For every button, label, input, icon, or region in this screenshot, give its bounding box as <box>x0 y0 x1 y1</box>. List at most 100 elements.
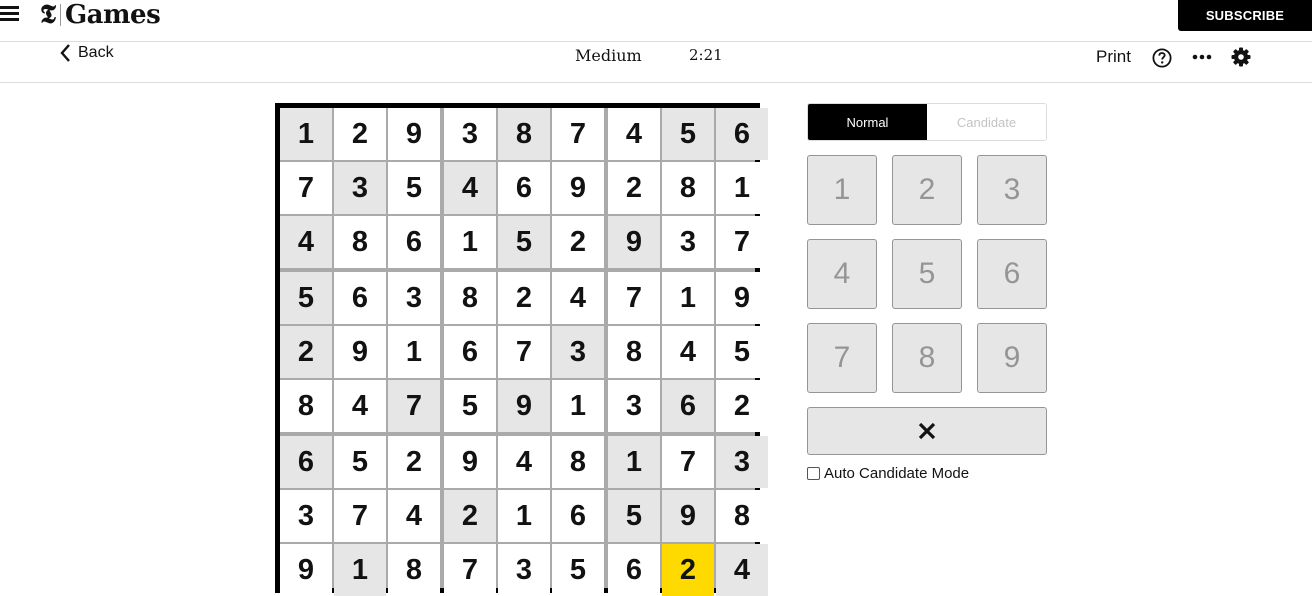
sudoku-cell-r1-c4[interactable]: 3 <box>444 108 496 160</box>
sudoku-cell-r1-c8[interactable]: 5 <box>662 108 714 160</box>
sudoku-cell-r9-c4[interactable]: 7 <box>444 544 496 596</box>
sudoku-cell-r4-c1[interactable]: 5 <box>280 272 332 324</box>
sudoku-cell-r8-c9[interactable]: 8 <box>716 490 768 542</box>
sudoku-cell-r7-c3[interactable]: 2 <box>388 436 440 488</box>
numpad-key-9[interactable]: 9 <box>977 323 1047 393</box>
sudoku-cell-r6-c6[interactable]: 1 <box>552 380 604 432</box>
sudoku-cell-r2-c9[interactable]: 1 <box>716 162 768 214</box>
sudoku-cell-r4-c7[interactable]: 7 <box>608 272 660 324</box>
sudoku-cell-r7-c2[interactable]: 5 <box>334 436 386 488</box>
sudoku-cell-r3-c4[interactable]: 1 <box>444 216 496 268</box>
numpad-key-7[interactable]: 7 <box>807 323 877 393</box>
sudoku-cell-r8-c6[interactable]: 6 <box>552 490 604 542</box>
help-icon[interactable] <box>1152 48 1172 68</box>
sudoku-cell-r9-c2[interactable]: 1 <box>334 544 386 596</box>
sudoku-cell-r2-c2[interactable]: 3 <box>334 162 386 214</box>
sudoku-cell-r5-c6[interactable]: 3 <box>552 326 604 378</box>
sudoku-cell-r7-c6[interactable]: 8 <box>552 436 604 488</box>
sudoku-cell-r7-c9[interactable]: 3 <box>716 436 768 488</box>
sudoku-cell-r8-c3[interactable]: 4 <box>388 490 440 542</box>
sudoku-cell-r7-c4[interactable]: 9 <box>444 436 496 488</box>
sudoku-cell-r8-c1[interactable]: 3 <box>280 490 332 542</box>
numpad-key-4[interactable]: 4 <box>807 239 877 309</box>
sudoku-cell-r5-c5[interactable]: 7 <box>498 326 550 378</box>
mode-normal-button[interactable]: Normal <box>808 104 927 140</box>
sudoku-cell-r3-c7[interactable]: 9 <box>608 216 660 268</box>
sudoku-cell-r9-c5[interactable]: 3 <box>498 544 550 596</box>
sudoku-cell-r7-c5[interactable]: 4 <box>498 436 550 488</box>
numpad-key-2[interactable]: 2 <box>892 155 962 225</box>
sudoku-cell-r8-c8[interactable]: 9 <box>662 490 714 542</box>
sudoku-cell-r5-c2[interactable]: 9 <box>334 326 386 378</box>
back-button[interactable]: Back <box>60 44 114 62</box>
sudoku-cell-r3-c9[interactable]: 7 <box>716 216 768 268</box>
sudoku-cell-r4-c5[interactable]: 2 <box>498 272 550 324</box>
sudoku-cell-r2-c7[interactable]: 2 <box>608 162 660 214</box>
sudoku-cell-r2-c5[interactable]: 6 <box>498 162 550 214</box>
sudoku-cell-r5-c3[interactable]: 1 <box>388 326 440 378</box>
sudoku-cell-r6-c4[interactable]: 5 <box>444 380 496 432</box>
sudoku-cell-r5-c4[interactable]: 6 <box>444 326 496 378</box>
numpad-key-3[interactable]: 3 <box>977 155 1047 225</box>
sudoku-cell-r2-c1[interactable]: 7 <box>280 162 332 214</box>
sudoku-cell-r1-c6[interactable]: 7 <box>552 108 604 160</box>
sudoku-cell-r5-c7[interactable]: 8 <box>608 326 660 378</box>
sudoku-cell-r5-c1[interactable]: 2 <box>280 326 332 378</box>
sudoku-cell-r9-c8[interactable]: 2 <box>662 544 714 596</box>
sudoku-cell-r9-c1[interactable]: 9 <box>280 544 332 596</box>
sudoku-cell-r1-c7[interactable]: 4 <box>608 108 660 160</box>
sudoku-cell-r2-c3[interactable]: 5 <box>388 162 440 214</box>
sudoku-cell-r4-c3[interactable]: 3 <box>388 272 440 324</box>
sudoku-cell-r8-c7[interactable]: 5 <box>608 490 660 542</box>
settings-gear-icon[interactable] <box>1231 47 1251 67</box>
sudoku-cell-r6-c9[interactable]: 2 <box>716 380 768 432</box>
sudoku-cell-r6-c7[interactable]: 3 <box>608 380 660 432</box>
sudoku-cell-r1-c3[interactable]: 9 <box>388 108 440 160</box>
sudoku-cell-r3-c2[interactable]: 8 <box>334 216 386 268</box>
sudoku-cell-r6-c1[interactable]: 8 <box>280 380 332 432</box>
sudoku-cell-r9-c3[interactable]: 8 <box>388 544 440 596</box>
sudoku-cell-r1-c5[interactable]: 8 <box>498 108 550 160</box>
sudoku-cell-r4-c9[interactable]: 9 <box>716 272 768 324</box>
subscribe-button[interactable]: SUBSCRIBE <box>1178 0 1312 31</box>
sudoku-cell-r3-c1[interactable]: 4 <box>280 216 332 268</box>
sudoku-cell-r6-c2[interactable]: 4 <box>334 380 386 432</box>
sudoku-cell-r2-c6[interactable]: 9 <box>552 162 604 214</box>
timer[interactable]: 2:21 <box>689 46 723 64</box>
numpad-key-5[interactable]: 5 <box>892 239 962 309</box>
sudoku-cell-r6-c3[interactable]: 7 <box>388 380 440 432</box>
sudoku-cell-r4-c4[interactable]: 8 <box>444 272 496 324</box>
sudoku-cell-r6-c5[interactable]: 9 <box>498 380 550 432</box>
sudoku-cell-r5-c8[interactable]: 4 <box>662 326 714 378</box>
sudoku-cell-r9-c6[interactable]: 5 <box>552 544 604 596</box>
sudoku-cell-r4-c8[interactable]: 1 <box>662 272 714 324</box>
sudoku-cell-r1-c9[interactable]: 6 <box>716 108 768 160</box>
more-options-icon[interactable] <box>1192 54 1212 60</box>
nyt-games-logo[interactable]: 𝕿 Games <box>40 0 161 30</box>
numpad-key-8[interactable]: 8 <box>892 323 962 393</box>
mode-candidate-button[interactable]: Candidate <box>927 104 1046 140</box>
numpad-key-6[interactable]: 6 <box>977 239 1047 309</box>
sudoku-cell-r5-c9[interactable]: 5 <box>716 326 768 378</box>
sudoku-cell-r3-c6[interactable]: 2 <box>552 216 604 268</box>
sudoku-cell-r4-c6[interactable]: 4 <box>552 272 604 324</box>
delete-button[interactable] <box>807 407 1047 455</box>
sudoku-cell-r9-c7[interactable]: 6 <box>608 544 660 596</box>
sudoku-cell-r1-c1[interactable]: 1 <box>280 108 332 160</box>
sudoku-cell-r7-c8[interactable]: 7 <box>662 436 714 488</box>
sudoku-cell-r6-c8[interactable]: 6 <box>662 380 714 432</box>
sudoku-cell-r4-c2[interactable]: 6 <box>334 272 386 324</box>
sudoku-cell-r3-c5[interactable]: 5 <box>498 216 550 268</box>
sudoku-cell-r7-c1[interactable]: 6 <box>280 436 332 488</box>
sudoku-cell-r3-c3[interactable]: 6 <box>388 216 440 268</box>
sudoku-cell-r9-c9[interactable]: 4 <box>716 544 768 596</box>
menu-icon[interactable] <box>0 4 20 22</box>
sudoku-cell-r8-c5[interactable]: 1 <box>498 490 550 542</box>
numpad-key-1[interactable]: 1 <box>807 155 877 225</box>
sudoku-cell-r7-c7[interactable]: 1 <box>608 436 660 488</box>
sudoku-cell-r3-c8[interactable]: 3 <box>662 216 714 268</box>
sudoku-cell-r1-c2[interactable]: 2 <box>334 108 386 160</box>
sudoku-cell-r2-c4[interactable]: 4 <box>444 162 496 214</box>
sudoku-cell-r2-c8[interactable]: 8 <box>662 162 714 214</box>
auto-candidate-checkbox[interactable] <box>807 467 820 480</box>
